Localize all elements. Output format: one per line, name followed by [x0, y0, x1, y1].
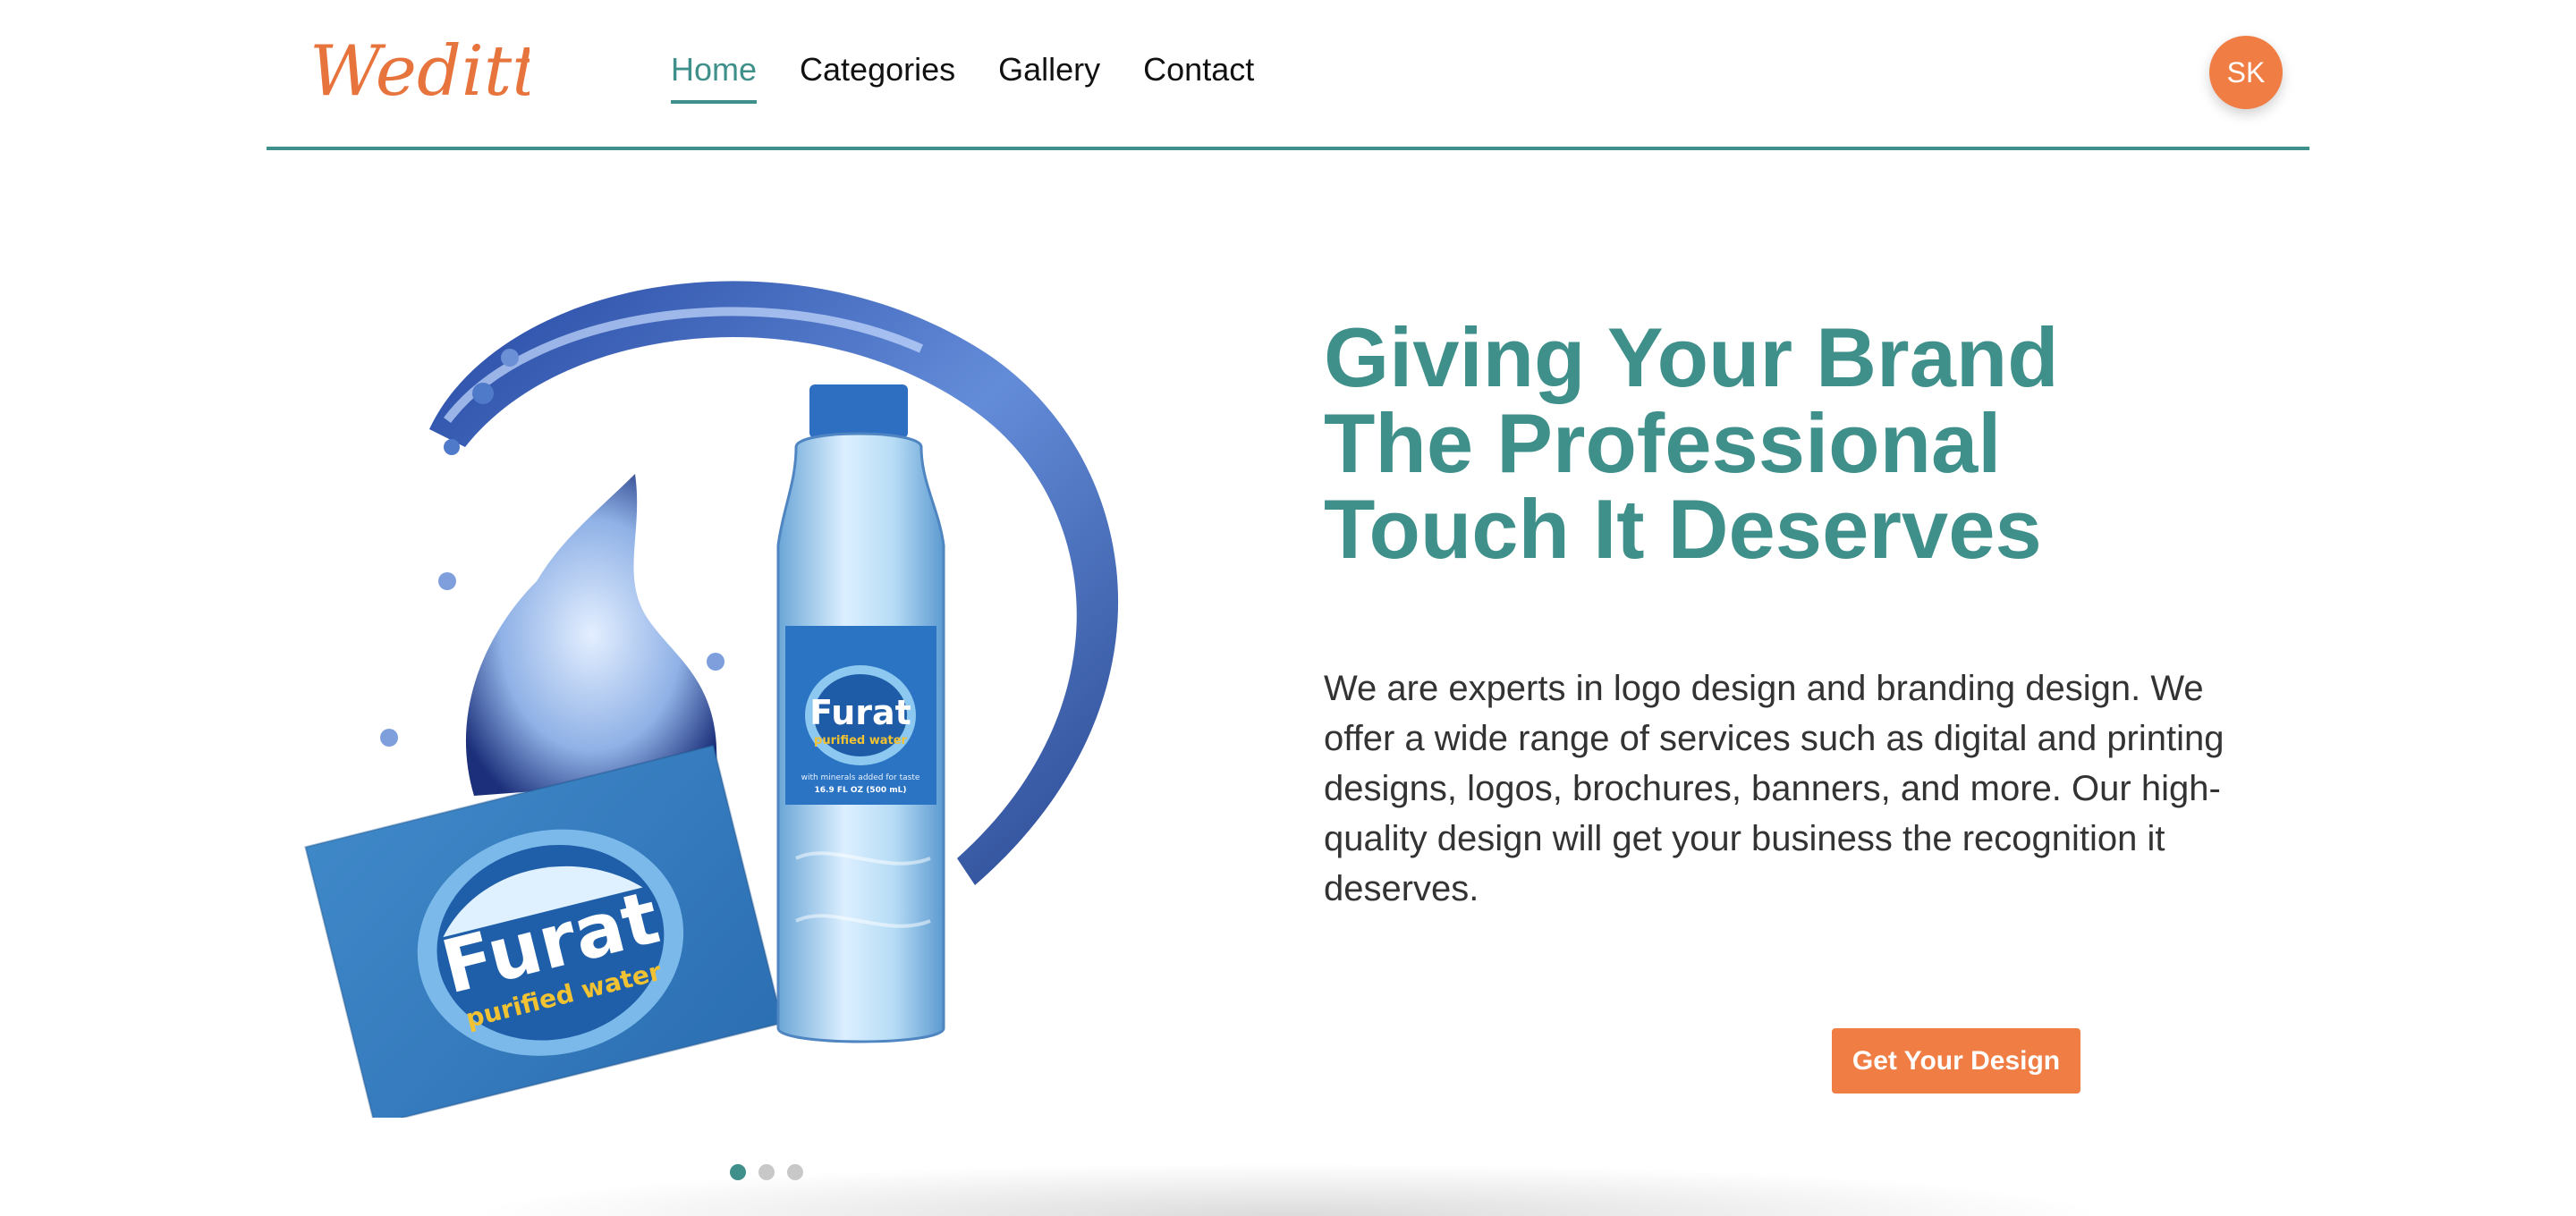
- hero-description: We are experts in logo design and brandi…: [1324, 669, 2224, 908]
- furat-business-card: Furat purified water: [304, 744, 784, 1118]
- hero-title-line-2: The Professional: [1324, 396, 2002, 490]
- nav-contact[interactable]: Contact: [1143, 50, 1254, 104]
- hero-title-line-1: Giving Your Brand: [1324, 310, 2059, 404]
- carousel-dot-3[interactable]: [787, 1164, 803, 1180]
- carousel-dot-1[interactable]: [730, 1164, 746, 1180]
- main-nav: Home Categories Gallery Contact: [671, 50, 1254, 104]
- furat-bottle: Furat purified water with minerals added…: [776, 384, 945, 1043]
- get-your-design-button[interactable]: Get Your Design: [1832, 1028, 2080, 1094]
- carousel-dots: [730, 1164, 803, 1180]
- section-shadow: [465, 1162, 2111, 1216]
- bottle-tagline-text: purified water: [814, 734, 908, 747]
- hero-title-line-3: Touch It Deserves: [1324, 482, 2042, 576]
- user-avatar[interactable]: SK: [2209, 36, 2283, 109]
- carousel-dot-2[interactable]: [758, 1164, 775, 1180]
- bottle-note-text: with minerals added for taste: [801, 773, 920, 782]
- nav-categories[interactable]: Categories: [800, 50, 955, 104]
- nav-gallery[interactable]: Gallery: [998, 50, 1100, 104]
- logo-text: Weditt: [309, 31, 530, 112]
- water-splash-left: [465, 474, 717, 796]
- site-header: [267, 0, 2309, 150]
- bottle-brand-text: Furat: [809, 693, 911, 732]
- hero-title: Giving Your Brand The Professional Touch…: [1324, 315, 2308, 572]
- weditt-logo[interactable]: Weditt: [306, 16, 530, 123]
- nav-home[interactable]: Home: [671, 50, 758, 104]
- hero-image: Furat purified water Furat purified wate…: [304, 281, 1119, 1118]
- bottle-size-text: 16.9 FL OZ (500 mL): [815, 786, 907, 795]
